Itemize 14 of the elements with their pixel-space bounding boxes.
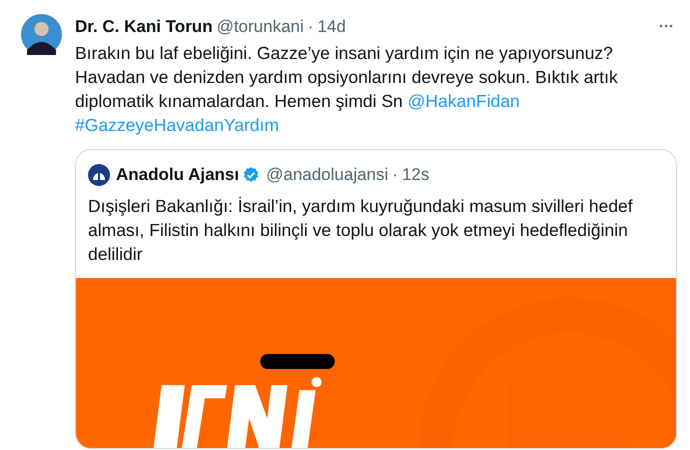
logo-icon xyxy=(88,164,110,186)
timestamp[interactable]: 14d xyxy=(317,17,346,37)
separator: · xyxy=(392,165,398,185)
timestamp[interactable]: 12s xyxy=(402,165,430,185)
quote-author-name[interactable]: Anadolu Ajansı xyxy=(116,165,240,185)
author-handle[interactable]: @torunkani xyxy=(216,17,304,37)
author-name[interactable]: Dr. C. Kani Torun xyxy=(75,17,213,37)
avatar[interactable] xyxy=(21,14,62,55)
separator: · xyxy=(308,17,314,37)
tweet-text: Bırakın bu laf ebeliğini. Gazze’ye insani yardım için ne yapıyorsunuz? Havadan ve denizden yardım opsiyonlarını devreye sokun. Bıktık artık diplomatik kınamalardan. Hemen şimdi Sn @HakanFidan xyxy=(75,42,619,113)
quoted-tweet-card[interactable]: Anadolu Ajansı @anadoluajansi · 12s Dışişleri Bakanlığı: İsrail’in, yardım kuyruğundaki masum sivilleri hedef alması, Filistin halkını bilinçli ve toplu olarak yok etmeyi hedeflediğinin delilidir xyxy=(75,149,677,449)
more-button[interactable]: ··· xyxy=(659,17,674,37)
quote-author-handle[interactable]: @anadoluajansi xyxy=(266,165,388,185)
quoted-tweet-text: Dışişleri Bakanlığı: İsrail’in, yardım kuyruğundaki masum sivilleri hedef alması, Filistin halkını bilinçli ve toplu olarak yok etmeyi hedeflediğinin delilidir xyxy=(87,195,634,266)
